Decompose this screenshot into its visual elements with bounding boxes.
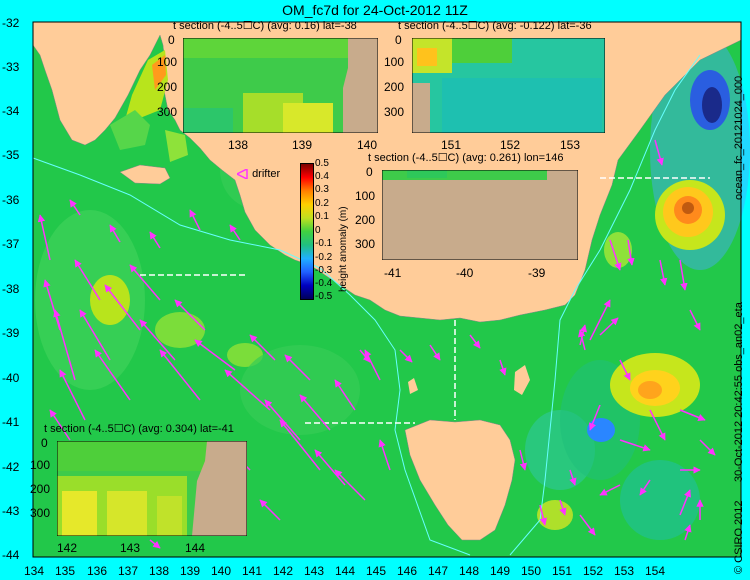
lat-tick: -39 <box>2 326 20 340</box>
inset-lon146-plot <box>382 170 578 260</box>
lat-tick: -34 <box>2 104 20 118</box>
inset-lat38-ytick: 300 <box>157 105 178 119</box>
lon-tick: 143 <box>304 564 325 578</box>
drifter-icon <box>235 167 248 181</box>
inset-lon146-xtick: -41 <box>384 266 402 280</box>
lon-tick: 150 <box>521 564 542 578</box>
colorbar-tick: 0.5 <box>315 158 329 169</box>
inset-lon146-ytick: 200 <box>355 213 376 227</box>
figure-frame: OM_fc7d for 24-Oct-2012 11Z -32 -33 -34 … <box>0 0 750 580</box>
colorbar-tick: 0.1 <box>315 211 329 222</box>
lon-tick: 136 <box>87 564 108 578</box>
inset-lon146-ytick: 300 <box>355 237 376 251</box>
inset-lat38-plot <box>183 38 378 133</box>
inset-lat36-xtick: 153 <box>560 138 581 152</box>
inset-lat38-xtick: 140 <box>357 138 378 152</box>
inset-lat36-xtick: 151 <box>441 138 462 152</box>
colorbar-tick: 0.2 <box>315 198 329 209</box>
colorbar-tick: 0 <box>315 225 321 236</box>
colorbar-tick: -0.5 <box>315 291 333 302</box>
colorbar-tick: 0.3 <box>315 184 329 195</box>
inset-lon146-ytick: 100 <box>355 189 376 203</box>
obs-label: 30-Oct-2012 20:42:55 obs_an02_eta <box>733 302 745 482</box>
colorbar-label: height anomaly (m) <box>338 206 349 292</box>
inset-lat38-xtick: 139 <box>292 138 313 152</box>
inset-lat38-ytick: 100 <box>157 55 178 69</box>
lat-tick: -41 <box>2 415 20 429</box>
inset-lat41-ytick: 200 <box>30 482 51 496</box>
inset-lat36-plot <box>412 38 605 133</box>
lon-tick: 135 <box>55 564 76 578</box>
inset-lat36-title: t section (-4..5☐C) (avg: -0.122) lat=-3… <box>398 20 592 32</box>
inset-lat36-ytick: 300 <box>384 105 405 119</box>
lon-tick: 146 <box>397 564 418 578</box>
inset-lat38-title: t section (-4..5☐C) (avg: 0.16) lat=-38 <box>173 20 357 32</box>
lat-tick: -33 <box>2 60 20 74</box>
colorbar-tick: -0.1 <box>315 238 333 249</box>
lon-tick: 151 <box>552 564 573 578</box>
inset-lat41-title: t section (-4..5☐C) (avg: 0.304) lat=-41 <box>44 423 234 435</box>
inset-lon146-ytick: 0 <box>366 165 373 179</box>
colorbar-tick: -0.4 <box>315 278 333 289</box>
inset-lat41-ytick: 0 <box>41 436 48 450</box>
inset-lat41-xtick: 143 <box>120 541 141 555</box>
colorbar-tick: -0.3 <box>315 265 333 276</box>
inset-lat36-ytick: 0 <box>395 33 402 47</box>
inset-lat38-xtick: 138 <box>228 138 249 152</box>
lat-tick: -32 <box>2 16 20 30</box>
lat-tick: -38 <box>2 282 20 296</box>
inset-lat41-ytick: 300 <box>30 506 51 520</box>
colorbar-tick: -0.2 <box>315 252 333 263</box>
lon-tick: 140 <box>211 564 232 578</box>
inset-lat41-xtick: 144 <box>185 541 206 555</box>
lon-tick: 145 <box>366 564 387 578</box>
lon-tick: 138 <box>149 564 170 578</box>
lon-tick: 147 <box>428 564 449 578</box>
credit-label: © CSIRO 2012 <box>733 500 745 574</box>
inset-lat38-ytick: 0 <box>168 33 175 47</box>
lon-tick: 142 <box>273 564 294 578</box>
lat-tick: -40 <box>2 371 20 385</box>
inset-lat41-ytick: 100 <box>30 458 51 472</box>
lon-tick: 139 <box>180 564 201 578</box>
inset-lon146-xtick: -40 <box>456 266 474 280</box>
lon-tick: 144 <box>335 564 356 578</box>
lon-tick: 141 <box>242 564 263 578</box>
lon-tick: 152 <box>583 564 604 578</box>
lon-tick: 149 <box>490 564 511 578</box>
lon-tick: 153 <box>614 564 635 578</box>
lon-tick: 137 <box>118 564 139 578</box>
lat-tick: -36 <box>2 193 20 207</box>
drifter-label: drifter <box>252 168 281 180</box>
inset-lat41-plot <box>57 441 247 536</box>
inset-lon146-xtick: -39 <box>528 266 546 280</box>
colorbar <box>300 163 314 300</box>
inset-lat41-xtick: 142 <box>57 541 78 555</box>
lat-tick: -44 <box>2 548 20 562</box>
lon-tick: 148 <box>459 564 480 578</box>
inset-lon146-title: t section (-4..5☐C) (avg: 0.261) lon=146 <box>368 152 564 164</box>
lon-tick: 154 <box>645 564 666 578</box>
lat-tick: -37 <box>2 237 20 251</box>
lat-tick: -43 <box>2 504 20 518</box>
inset-lat38-ytick: 200 <box>157 80 178 94</box>
drifter-legend: drifter <box>235 167 281 181</box>
run-label: ocean_fc_20121024_000 <box>733 75 745 200</box>
inset-lat36-ytick: 200 <box>384 80 405 94</box>
lon-tick: 134 <box>24 564 45 578</box>
lat-tick: -35 <box>2 148 20 162</box>
lat-tick: -42 <box>2 460 20 474</box>
colorbar-tick: 0.4 <box>315 171 329 182</box>
inset-lat36-ytick: 100 <box>384 55 405 69</box>
inset-lat36-xtick: 152 <box>500 138 521 152</box>
